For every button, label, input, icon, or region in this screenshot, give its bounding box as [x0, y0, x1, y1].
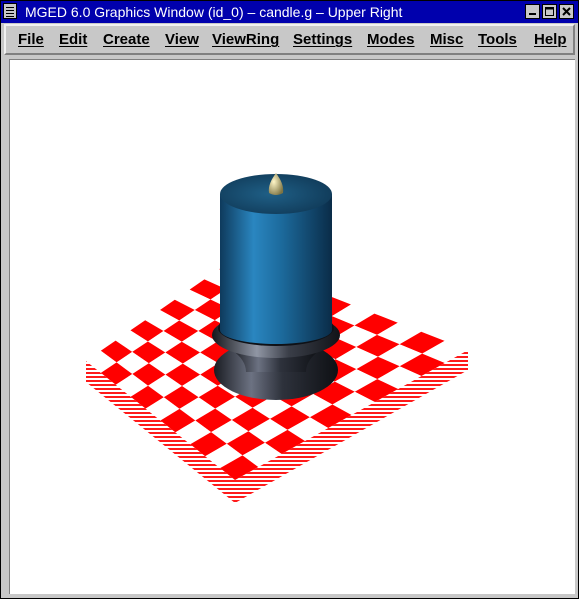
window-title: MGED 6.0 Graphics Window (id_0) – candle… [25, 4, 403, 20]
menu-bar: File Edit Create View ViewRing Settings … [4, 24, 575, 55]
menu-create[interactable]: Create [103, 31, 150, 48]
menu-settings[interactable]: Settings [293, 31, 352, 48]
menu-file[interactable]: File [18, 31, 44, 48]
maximize-icon [545, 7, 554, 16]
menu-misc[interactable]: Misc [430, 31, 463, 48]
menu-modes[interactable]: Modes [367, 31, 415, 48]
candle [220, 173, 332, 344]
minimize-icon [529, 13, 536, 15]
menu-help[interactable]: Help [534, 31, 567, 48]
close-icon [562, 7, 571, 16]
menu-viewring[interactable]: ViewRing [212, 31, 279, 48]
menu-tools[interactable]: Tools [478, 31, 517, 48]
close-button[interactable] [559, 4, 574, 19]
graphics-window: MGED 6.0 Graphics Window (id_0) – candle… [0, 0, 579, 599]
system-menu-icon[interactable] [3, 3, 17, 19]
menu-view[interactable]: View [165, 31, 199, 48]
title-bar[interactable]: MGED 6.0 Graphics Window (id_0) – candle… [1, 1, 578, 23]
maximize-button[interactable] [542, 4, 557, 19]
minimize-button[interactable] [525, 4, 540, 19]
candle-body [220, 194, 332, 344]
graphics-viewport[interactable] [9, 59, 575, 594]
menu-edit[interactable]: Edit [59, 31, 87, 48]
scene-canvas[interactable] [10, 60, 575, 594]
